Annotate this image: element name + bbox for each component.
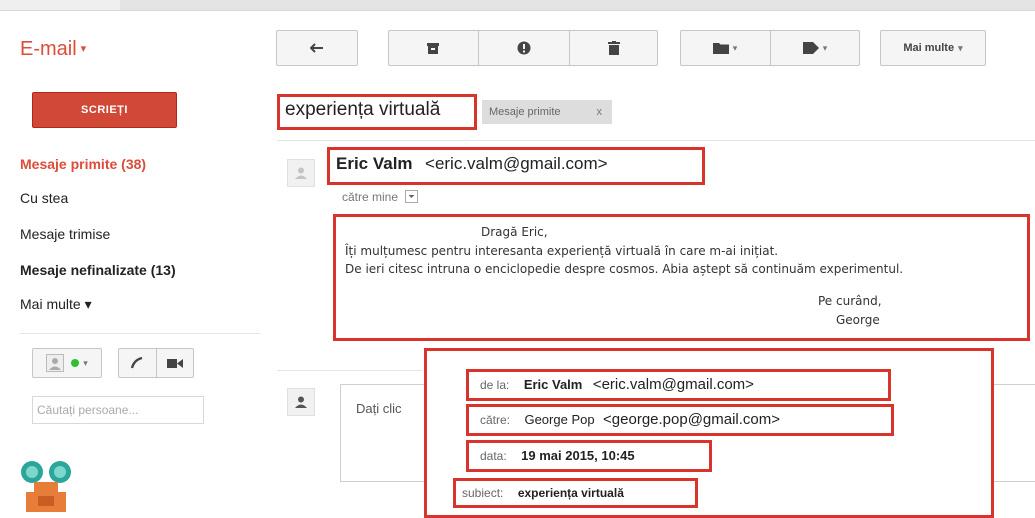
online-status-icon	[71, 359, 80, 367]
more-actions-label: Mai multe	[903, 42, 955, 54]
labels-button[interactable]: ▾	[771, 31, 859, 65]
sender-email: <eric.valm@gmail.com>	[425, 154, 608, 173]
person-icon	[295, 167, 307, 179]
person-icon	[295, 396, 307, 408]
video-camera-icon	[167, 358, 183, 368]
person-icon	[46, 354, 65, 372]
move-to-button[interactable]: ▾	[680, 31, 770, 65]
from-name: Eric Valm	[523, 377, 583, 392]
user-avatar	[287, 388, 315, 416]
reply-placeholder: Dați clic	[356, 401, 402, 416]
inbox-label-chip: Mesaje primite x	[482, 100, 612, 124]
people-search-input[interactable]: Căutați persoane...	[32, 396, 204, 424]
conversation-subject: experiența virtuală	[285, 99, 441, 120]
folder-icon	[712, 43, 729, 54]
subject-row: subiect: experiența virtuală	[462, 484, 624, 502]
date-row: data: 19 mai 2015, 10:45	[480, 447, 635, 465]
sidebar-item-more[interactable]: Mai multe ▾	[20, 296, 92, 313]
body-greeting: Dragă Eric,	[481, 225, 548, 239]
body-line-1: Îți mulțumesc pentru interesanta experie…	[345, 244, 779, 258]
from-email: <eric.valm@gmail.com>	[592, 376, 754, 393]
more-actions-button[interactable]: Mai multe ▾	[880, 30, 986, 66]
chevron-down-icon: ▾	[80, 43, 87, 55]
report-spam-icon	[517, 41, 531, 55]
sidebar-divider	[20, 333, 260, 334]
sidebar-item-sent[interactable]: Mesaje trimise	[20, 226, 110, 242]
show-details-button[interactable]	[405, 190, 419, 203]
video-call-button[interactable]	[157, 348, 193, 378]
chevron-down-icon: ▾	[958, 42, 963, 53]
sidebar-item-inbox[interactable]: Mesaje primite (38)	[20, 156, 146, 172]
label-chip-text: Mesaje primite	[489, 106, 561, 118]
status-picker[interactable]: ▾	[32, 348, 102, 378]
chevron-down-icon: ▾	[822, 42, 828, 53]
recipient-line: către mine	[342, 188, 419, 204]
browser-top-bar	[0, 0, 1035, 11]
chevron-down-icon: ▾	[83, 357, 88, 368]
body-closing: Pe curând,	[818, 294, 882, 308]
reply-button[interactable]	[276, 30, 358, 66]
remove-label-icon[interactable]: x	[597, 106, 603, 118]
body-highlight	[333, 214, 1030, 341]
to-name: George Pop	[524, 412, 595, 427]
delete-button[interactable]	[570, 31, 658, 65]
sidebar-item-starred[interactable]: Cu stea	[20, 190, 68, 206]
chevron-down-icon	[408, 195, 415, 198]
body-line-2: De ieri citesc intruna o enciclopedie de…	[345, 262, 904, 276]
header-divider	[277, 140, 1035, 141]
to-email: <george.pop@gmail.com>	[603, 411, 781, 428]
phone-icon	[130, 356, 143, 369]
body-signature: George	[836, 313, 880, 327]
subject-label: subiect:	[462, 486, 504, 500]
to-row: către: George Pop <george.pop@gmail.com>	[480, 411, 780, 429]
from-row: de la: Eric Valm <eric.valm@gmail.com>	[480, 376, 754, 394]
from-label: de la:	[480, 378, 510, 392]
app-title: E-mail	[20, 38, 77, 60]
date-value: 19 mai 2015, 10:45	[521, 448, 635, 463]
app-switcher[interactable]: E-mail ▾	[20, 38, 86, 61]
report-spam-button[interactable]	[479, 31, 569, 65]
sender-name: Eric Valm	[336, 154, 413, 173]
phone-call-button[interactable]	[118, 348, 156, 378]
date-label: data:	[480, 449, 507, 463]
message-divider	[277, 370, 422, 371]
archive-button[interactable]	[388, 31, 478, 65]
label-tag-icon	[802, 42, 819, 54]
chevron-down-icon: ▾	[732, 42, 738, 53]
browser-tab-strip	[0, 0, 120, 10]
subject-value: experiența virtuală	[517, 486, 624, 500]
archive-icon	[427, 42, 439, 54]
recipient-text: către mine	[342, 190, 399, 204]
reply-arrow-icon	[310, 43, 323, 53]
sender-avatar	[287, 159, 315, 187]
sender-line: Eric Valm <eric.valm@gmail.com>	[336, 154, 608, 174]
robot-illustration	[21, 461, 71, 512]
sidebar-item-drafts[interactable]: Mesaje nefinalizate (13)	[20, 262, 176, 278]
trash-icon	[608, 41, 620, 55]
to-label: către:	[480, 413, 511, 427]
compose-button[interactable]: SCRIEȚI	[32, 92, 177, 128]
